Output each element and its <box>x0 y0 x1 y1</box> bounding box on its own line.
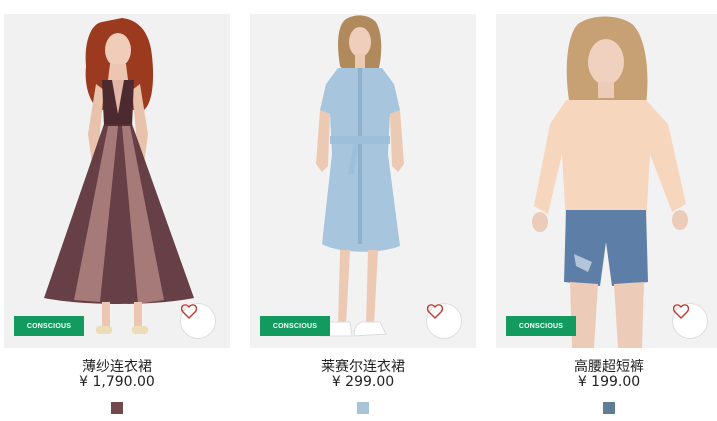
conscious-badge: CONSCIOUS <box>506 316 576 336</box>
product-card-lyocell-dress[interactable]: CONSCIOUS 莱赛尔连衣裙 ¥ 299.00 <box>250 14 476 414</box>
model-photo-illustration <box>44 18 194 334</box>
product-grid: CONSCIOUS 薄纱连衣裙 ¥ 1,790.00 CONSCIOUS 莱赛尔… <box>0 0 717 421</box>
product-image[interactable]: CONSCIOUS <box>496 14 717 348</box>
model-photo-illustration <box>532 16 688 348</box>
heart-outline-icon <box>181 304 197 319</box>
color-swatch[interactable] <box>603 402 615 414</box>
product-price: ¥ 299.00 <box>331 374 395 390</box>
product-price: ¥ 1,790.00 <box>79 374 155 390</box>
product-name[interactable]: 莱赛尔连衣裙 <box>250 356 476 376</box>
product-card-tulle-dress[interactable]: CONSCIOUS 薄纱连衣裙 ¥ 1,790.00 <box>4 14 230 414</box>
heart-outline-icon <box>427 304 443 319</box>
product-price: ¥ 199.00 <box>577 374 641 390</box>
heart-outline-icon <box>673 304 689 319</box>
product-name[interactable]: 薄纱连衣裙 <box>4 356 230 376</box>
conscious-badge: CONSCIOUS <box>14 316 84 336</box>
conscious-badge: CONSCIOUS <box>260 316 330 336</box>
favorite-button[interactable] <box>672 303 708 339</box>
favorite-button[interactable] <box>426 303 462 339</box>
favorite-button[interactable] <box>180 303 216 339</box>
color-swatch[interactable] <box>111 402 123 414</box>
color-swatch[interactable] <box>357 402 369 414</box>
product-image[interactable]: CONSCIOUS <box>4 14 230 348</box>
model-photo-illustration <box>316 15 404 337</box>
product-name[interactable]: 高腰超短裤 <box>496 356 717 376</box>
product-image[interactable]: CONSCIOUS <box>250 14 476 348</box>
product-card-high-waist-shorts[interactable]: CONSCIOUS 高腰超短裤 ¥ 199.00 <box>496 14 717 414</box>
